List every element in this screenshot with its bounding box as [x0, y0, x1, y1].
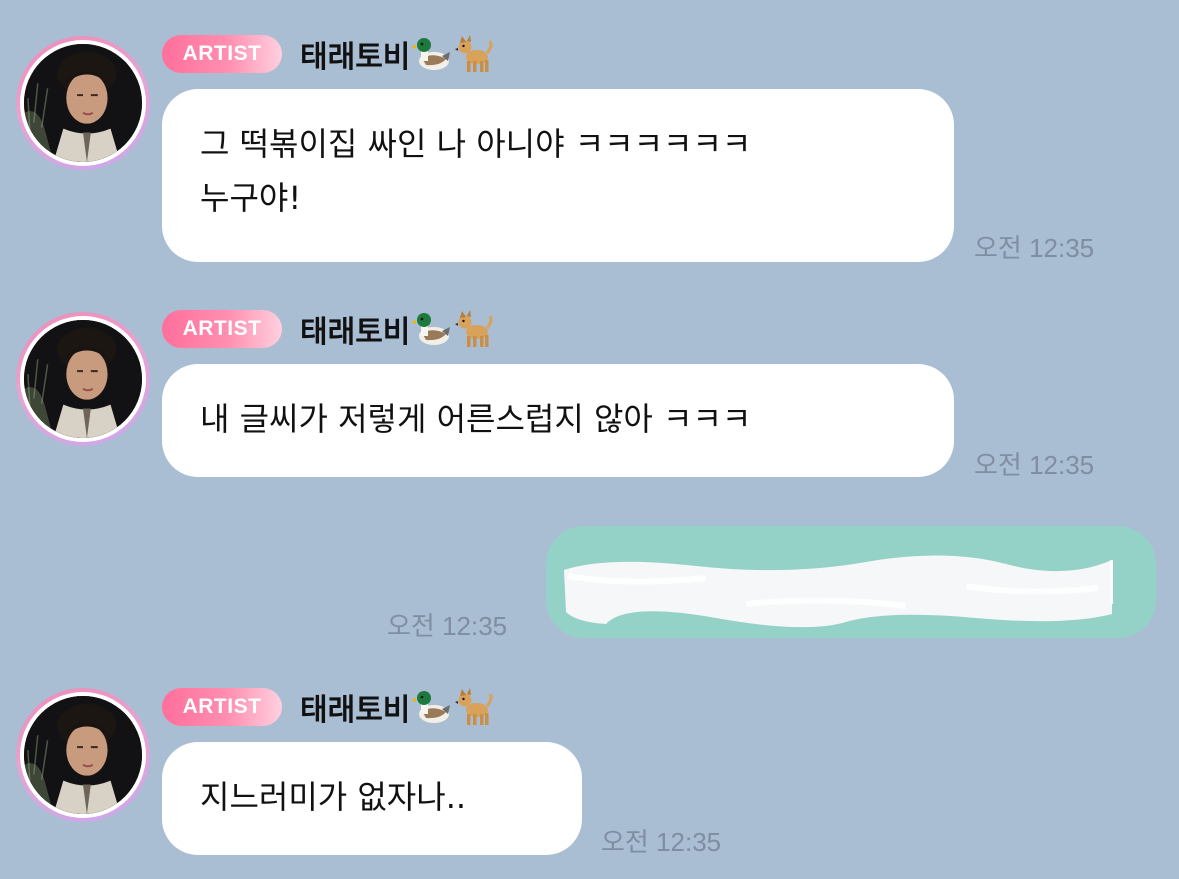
duck-icon [412, 309, 452, 349]
message-time: 오전 12:35 [974, 233, 1095, 263]
message-bubble[interactable]: 그 떡볶이집 싸인 나 아니야 ㅋㅋㅋㅋㅋㅋ 누구야! [162, 89, 954, 262]
duck-icon [412, 687, 452, 727]
profile-photo-icon [24, 320, 142, 438]
message-text: 그 떡볶이집 싸인 나 아니야 ㅋㅋㅋㅋㅋㅋ [200, 125, 752, 163]
dog-icon [454, 309, 494, 349]
dog-icon [454, 687, 494, 727]
avatar[interactable] [16, 312, 150, 446]
profile-photo-icon [24, 44, 142, 162]
avatar-ring [20, 40, 146, 166]
artist-badge: ARTIST [162, 35, 282, 73]
dog-icon [454, 34, 494, 74]
sender-row: ARTIST 태래토비 [162, 32, 494, 76]
avatar-photo [24, 696, 142, 814]
message-text: 지느러미가 없자나.. [200, 778, 467, 816]
avatar-photo [24, 320, 142, 438]
sender-name[interactable]: 태래토비 [300, 307, 410, 351]
artist-badge: ARTIST [162, 688, 282, 726]
sender-name[interactable]: 태래토비 [300, 685, 410, 729]
message-text: 누구야! [200, 179, 302, 217]
message-time: 오전 12:35 [387, 611, 508, 641]
artist-badge: ARTIST [162, 310, 282, 348]
profile-photo-icon [24, 696, 142, 814]
avatar[interactable] [16, 688, 150, 822]
avatar-ring [20, 316, 146, 442]
avatar[interactable] [16, 36, 150, 170]
message-time: 오전 12:35 [601, 827, 722, 857]
sender-name[interactable]: 태래토비 [300, 32, 410, 76]
sender-row: ARTIST 태래토비 [162, 307, 494, 351]
avatar-photo [24, 44, 142, 162]
message-bubble[interactable]: 내 글씨가 저렇게 어른스럽지 않아 ㅋㅋㅋ [162, 364, 954, 477]
avatar-ring [20, 692, 146, 818]
message-time: 오전 12:35 [974, 450, 1095, 480]
message-text: 내 글씨가 저렇게 어른스럽지 않아 ㅋㅋㅋ [200, 400, 752, 438]
message-bubble[interactable]: 지느러미가 없자나.. [162, 742, 582, 855]
duck-icon [412, 34, 452, 74]
outgoing-message-bubble[interactable] [546, 526, 1156, 638]
redaction-scribble [564, 555, 1113, 628]
sender-row: ARTIST 태래토비 [162, 685, 494, 729]
